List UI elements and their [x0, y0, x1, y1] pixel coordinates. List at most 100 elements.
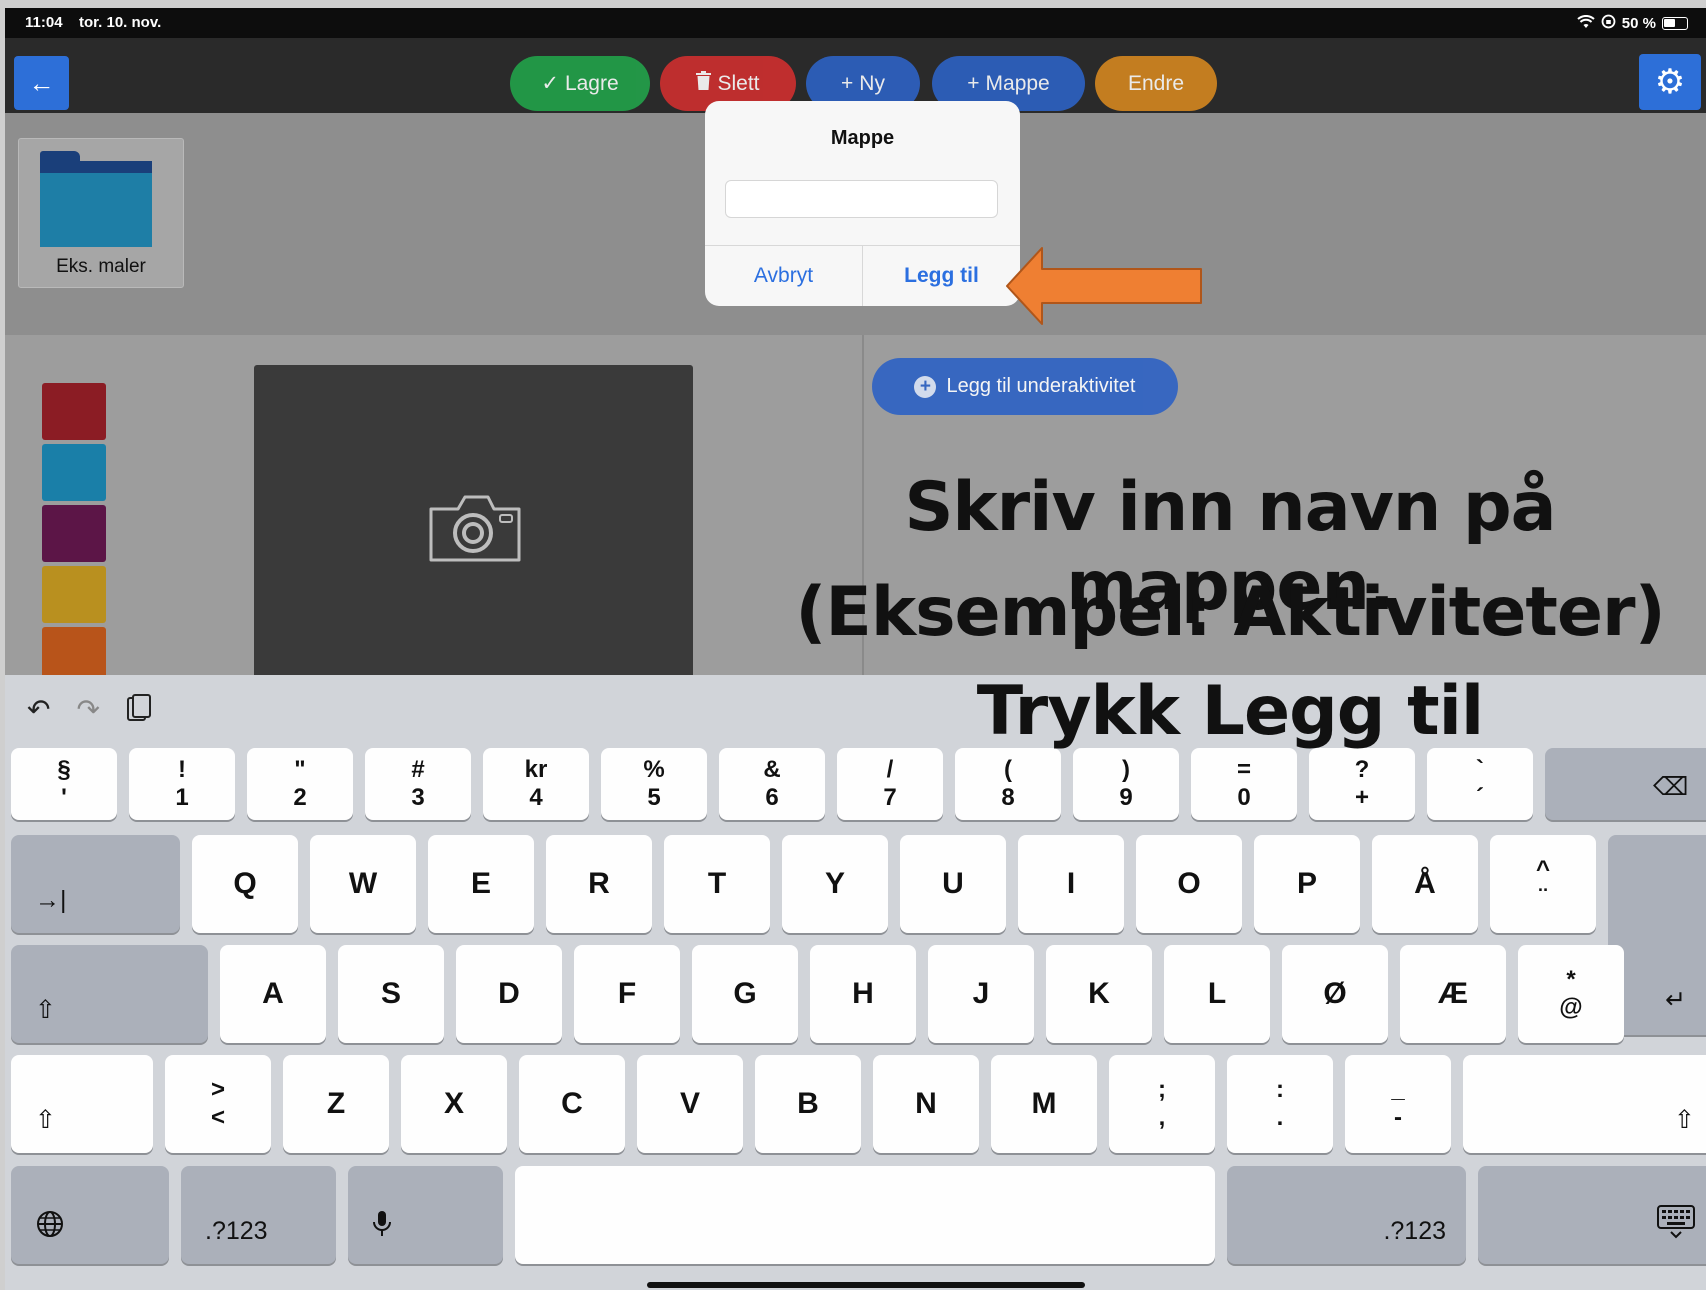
key-z[interactable]: Z	[283, 1055, 389, 1153]
folder-icon	[40, 151, 152, 247]
key-v[interactable]: V	[637, 1055, 743, 1153]
check-icon: ✓	[541, 72, 559, 95]
folder-name-input[interactable]	[725, 180, 998, 218]
key-bottom: +	[1354, 784, 1369, 811]
redo-icon[interactable]: ↷	[76, 693, 99, 730]
key-r[interactable]: R	[546, 835, 652, 933]
key-bottom: 7	[883, 784, 897, 811]
key-x[interactable]: X	[401, 1055, 507, 1153]
cancel-button[interactable]: Avbryt	[705, 246, 862, 306]
key-6[interactable]: & 6	[719, 748, 825, 820]
backspace-key[interactable]: ⌫	[1545, 748, 1706, 820]
key-k[interactable]: K	[1046, 945, 1152, 1043]
caps-lock-icon: ⇧	[35, 996, 56, 1024]
folder-tile[interactable]: Eks. maler	[18, 138, 184, 288]
wifi-icon	[1577, 14, 1595, 33]
key-2[interactable]: " 2	[247, 748, 353, 820]
key-q[interactable]: Q	[192, 835, 298, 933]
arrow-left-icon: ←	[28, 67, 55, 98]
key-j[interactable]: J	[928, 945, 1034, 1043]
key-period[interactable]: :.	[1227, 1055, 1333, 1153]
color-swatch-blue[interactable]	[42, 444, 106, 501]
key-top: %	[643, 756, 665, 784]
key-d[interactable]: D	[456, 945, 562, 1043]
symbols-key-right[interactable]: .?123	[1227, 1166, 1466, 1264]
key-ae[interactable]: Æ	[1400, 945, 1506, 1043]
key-m[interactable]: M	[991, 1055, 1097, 1153]
key-top: `	[1476, 756, 1484, 784]
key-o[interactable]: O	[1136, 835, 1242, 933]
tab-key[interactable]: →|	[11, 835, 180, 933]
key-u[interactable]: U	[900, 835, 1006, 933]
key-at[interactable]: * @	[1518, 945, 1624, 1043]
caps-lock-key[interactable]: ⇧	[11, 945, 208, 1043]
back-button[interactable]: ←	[14, 56, 69, 110]
key-e[interactable]: E	[428, 835, 534, 933]
shift-key-left[interactable]: ⇧	[11, 1055, 153, 1153]
key-top: kr	[524, 756, 548, 784]
key-plus[interactable]: ? +	[1309, 748, 1415, 820]
edit-button[interactable]: Endre	[1095, 56, 1217, 111]
key-aa[interactable]: Å	[1372, 835, 1478, 933]
key-8[interactable]: (8	[955, 748, 1061, 820]
key-w[interactable]: W	[310, 835, 416, 933]
key-y[interactable]: Y	[782, 835, 888, 933]
instruction-line-2: (Eksempel: Aktiviteter)	[795, 573, 1665, 652]
undo-icon[interactable]: ↶	[27, 693, 50, 730]
key-dash[interactable]: _ -	[1345, 1055, 1451, 1153]
color-swatch-yellow[interactable]	[42, 566, 106, 623]
key-bottom: .	[1276, 1104, 1284, 1131]
key-g[interactable]: G	[692, 945, 798, 1043]
key-0[interactable]: = 0	[1191, 748, 1297, 820]
key-bottom: '	[61, 784, 67, 811]
status-indicators: 50 %	[1577, 14, 1688, 33]
color-swatch-purple[interactable]	[42, 505, 106, 562]
key-3[interactable]: #3	[365, 748, 471, 820]
keyboard-toolbar: ↶ ↷	[27, 693, 152, 730]
shift-key-right[interactable]: ⇧	[1463, 1055, 1706, 1153]
key-4[interactable]: kr 4	[483, 748, 589, 820]
paste-icon[interactable]	[126, 693, 152, 730]
key-5[interactable]: % 5	[601, 748, 707, 820]
key-top: (	[1004, 756, 1012, 784]
key-oe[interactable]: Ø	[1282, 945, 1388, 1043]
key-top: )	[1122, 756, 1130, 784]
pointer-arrow-icon	[1006, 247, 1202, 325]
key-top: !	[178, 756, 186, 784]
key-1[interactable]: § '	[11, 748, 117, 820]
key-bottom: 0	[1237, 784, 1251, 811]
key-f[interactable]: F	[574, 945, 680, 1043]
key-7[interactable]: /7	[837, 748, 943, 820]
key-h[interactable]: H	[810, 945, 916, 1043]
key-l[interactable]: L	[1164, 945, 1270, 1043]
key-comma[interactable]: ;,	[1109, 1055, 1215, 1153]
dictation-key[interactable]	[348, 1166, 503, 1264]
key-accent[interactable]: ` ´	[1427, 748, 1533, 820]
trash-icon	[696, 71, 712, 96]
key-n[interactable]: N	[873, 1055, 979, 1153]
globe-key[interactable]	[11, 1166, 169, 1264]
key-circumflex[interactable]: ^ ¨	[1490, 835, 1596, 933]
save-button[interactable]: ✓ Lagre	[510, 56, 650, 111]
key-s[interactable]: S	[338, 945, 444, 1043]
add-button[interactable]: Legg til	[863, 246, 1020, 306]
key-bottom: 5	[647, 784, 661, 811]
key-angle-brackets[interactable]: > <	[165, 1055, 271, 1153]
hide-keyboard-key[interactable]	[1478, 1166, 1706, 1264]
key-1[interactable]: ! 1	[129, 748, 235, 820]
space-key[interactable]	[515, 1166, 1215, 1264]
add-subactivity-button[interactable]: + Legg til underaktivitet	[872, 358, 1178, 415]
key-9[interactable]: ) 9	[1073, 748, 1179, 820]
image-picker[interactable]	[254, 365, 693, 675]
key-p[interactable]: P	[1254, 835, 1360, 933]
key-i[interactable]: I	[1018, 835, 1124, 933]
key-c[interactable]: C	[519, 1055, 625, 1153]
key-bottom: ,	[1158, 1104, 1166, 1131]
key-b[interactable]: B	[755, 1055, 861, 1153]
key-a[interactable]: A	[220, 945, 326, 1043]
color-swatch-red[interactable]	[42, 383, 106, 440]
key-t[interactable]: T	[664, 835, 770, 933]
settings-button[interactable]: ⚙	[1639, 54, 1701, 110]
symbols-key-left[interactable]: .?123	[181, 1166, 336, 1264]
key-bottom: 6	[765, 784, 779, 811]
